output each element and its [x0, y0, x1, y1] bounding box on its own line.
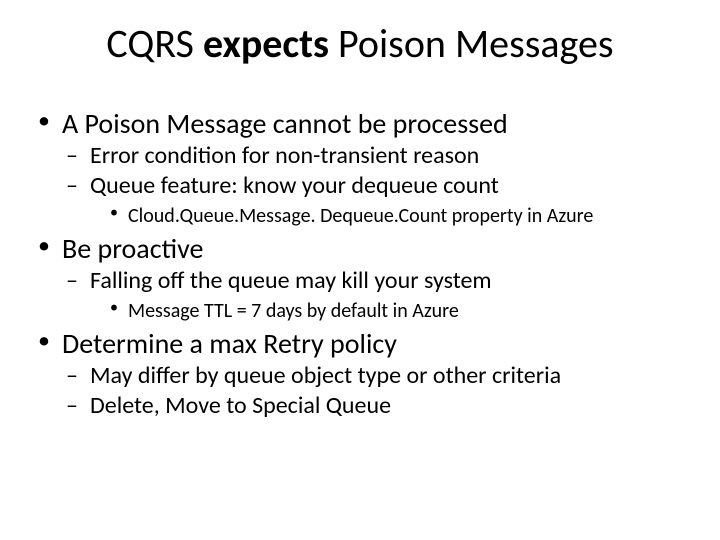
bullet-text: Be proactive — [62, 231, 203, 266]
list-item: Delete, Move to Special Queue — [66, 391, 690, 421]
list-item: May differ by queue object type or other… — [66, 361, 690, 391]
title-part-1: CQRS — [106, 19, 203, 68]
list-item: Determine a max Retry policy May differ … — [34, 326, 690, 421]
bullet-text: May differ by queue object type or other… — [90, 361, 561, 390]
list-item: Falling off the queue may kill your syst… — [66, 266, 690, 324]
list-item: A Poison Message cannot be processed Err… — [34, 106, 690, 229]
sub-list: May differ by queue object type or other… — [62, 361, 690, 421]
bullet-list: A Poison Message cannot be processed Err… — [30, 106, 690, 421]
bullet-text: Cloud.Queue.Message. Dequeue.Count prope… — [128, 204, 593, 228]
list-item: Queue feature: know your dequeue count C… — [66, 171, 690, 229]
list-item: Message TTL = 7 days by default in Azure — [108, 298, 690, 324]
bullet-text: Falling off the queue may kill your syst… — [90, 266, 492, 295]
sub-list: Error condition for non-transient reason… — [62, 141, 690, 229]
bullet-text: Delete, Move to Special Queue — [90, 391, 391, 420]
bullet-text: Determine a max Retry policy — [62, 326, 397, 361]
list-item: Cloud.Queue.Message. Dequeue.Count prope… — [108, 203, 690, 229]
list-item: Error condition for non-transient reason — [66, 141, 690, 171]
sub-sub-list: Message TTL = 7 days by default in Azure — [90, 298, 690, 324]
title-part-2: expects — [203, 19, 329, 68]
sub-sub-list: Cloud.Queue.Message. Dequeue.Count prope… — [90, 203, 690, 229]
bullet-text: A Poison Message cannot be processed — [62, 106, 508, 141]
sub-list: Falling off the queue may kill your syst… — [62, 266, 690, 324]
list-item: Be proactive Falling off the queue may k… — [34, 231, 690, 324]
slide-title: CQRS expects Poison Messages — [30, 22, 690, 66]
bullet-text: Error condition for non-transient reason — [90, 141, 479, 170]
bullet-text: Message TTL = 7 days by default in Azure — [128, 299, 459, 323]
title-part-3: Poison Messages — [329, 19, 614, 68]
bullet-text: Queue feature: know your dequeue count — [90, 171, 499, 200]
